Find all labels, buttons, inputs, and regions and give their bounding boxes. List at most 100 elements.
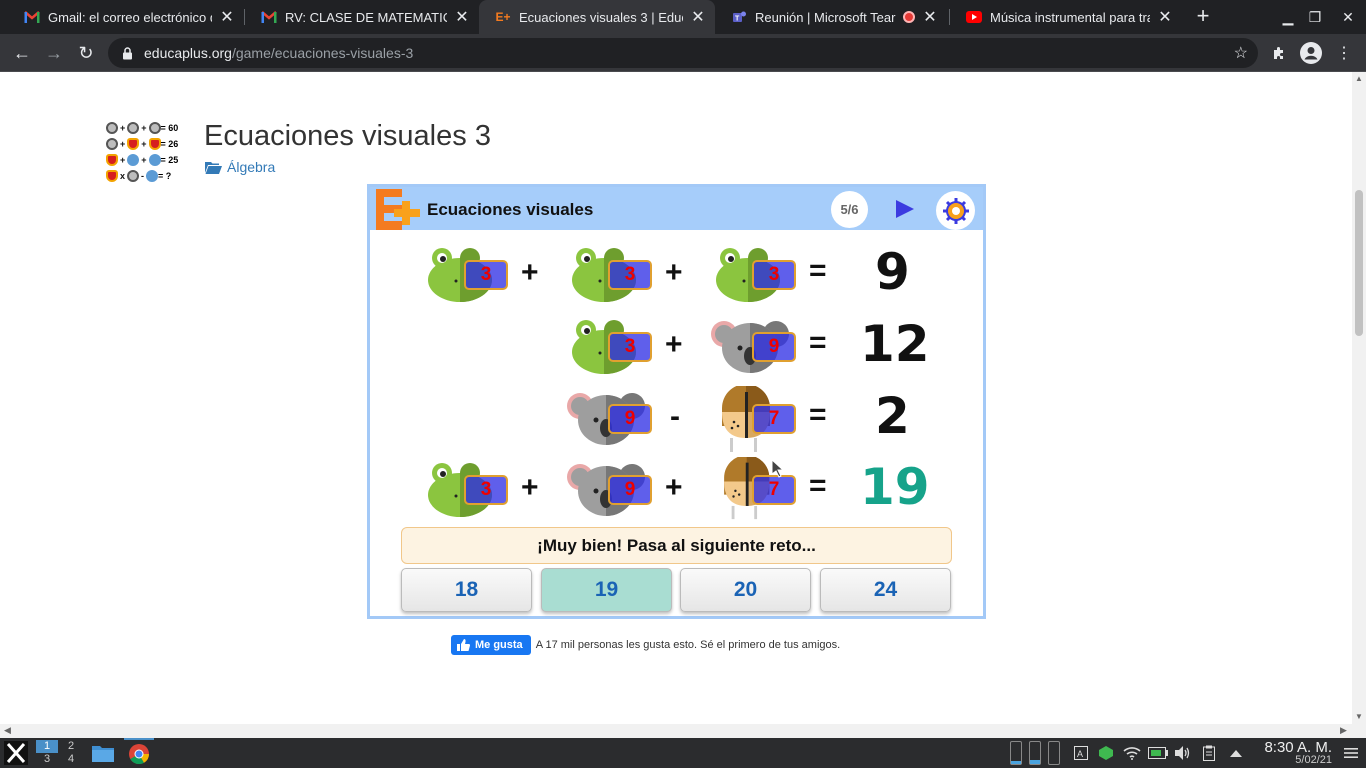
address-bar[interactable]: educaplus.org/game/ecuaciones-visuales-3…	[108, 38, 1258, 68]
tab-gmail-clase[interactable]: RV: CLASE DE MATEMATICAS ✕	[245, 0, 479, 34]
chrome-taskbar-button[interactable]	[124, 738, 154, 768]
tab-title: Gmail: el correo electrónico de	[48, 9, 212, 25]
close-window-button[interactable]: ✕	[1330, 0, 1366, 34]
scroll-left-icon[interactable]: ◀	[4, 725, 11, 736]
thumb-op: +	[141, 139, 147, 149]
thumb-row: + + = 26	[106, 136, 196, 152]
thumb-row: + + = 60	[106, 120, 196, 136]
keyboard-layout-icon[interactable]: A	[1072, 738, 1090, 768]
tab-ecuaciones[interactable]: E+ Ecuaciones visuales 3 | Educ ✕	[479, 0, 715, 34]
close-icon[interactable]: ✕	[218, 8, 236, 26]
youtube-icon	[966, 9, 982, 25]
gmail-icon	[261, 9, 277, 25]
tab-title: RV: CLASE DE MATEMATICAS	[285, 9, 447, 25]
close-icon[interactable]: ✕	[453, 8, 471, 26]
forward-button[interactable]: →	[41, 40, 67, 66]
chrome-icon	[129, 744, 150, 765]
workspace-3[interactable]: 3	[36, 753, 58, 766]
shield-icon	[127, 138, 140, 150]
value-box: 9	[608, 404, 652, 434]
facebook-like-widget: Me gusta A 17 mil personas les gusta est…	[451, 635, 840, 655]
answer-value: 19	[860, 458, 930, 516]
value-box: 9	[752, 332, 796, 362]
bookmark-star-icon[interactable]: ☆	[1234, 43, 1248, 63]
shield-icon	[148, 138, 161, 150]
reload-button[interactable]: ↻	[73, 40, 99, 66]
close-icon[interactable]: ✕	[689, 8, 707, 26]
workspace-4[interactable]: 4	[60, 753, 82, 766]
arrow-left-icon: ←	[13, 42, 31, 63]
back-button[interactable]: ←	[9, 40, 35, 66]
maximize-button[interactable]: ❐	[1297, 0, 1333, 34]
result-value: 12	[860, 315, 930, 373]
thumb-result: = 25	[160, 155, 179, 165]
thumb-op: +	[141, 155, 147, 165]
file-manager-button[interactable]	[90, 738, 116, 768]
game-frame[interactable]: Ecuaciones visuales 5/6 3 + 3 + 3 = 9 3 …	[367, 184, 986, 619]
avatar-icon	[1300, 42, 1322, 64]
start-menu-button[interactable]	[2, 738, 30, 768]
facebook-like-button[interactable]: Me gusta	[451, 635, 531, 655]
tab-title: Reunión | Microsoft Tear	[755, 9, 896, 25]
clock[interactable]: 8:30 A. M. 5/02/21	[1252, 739, 1332, 766]
thumb-result: = 60	[160, 123, 179, 133]
page-title: Ecuaciones visuales 3	[204, 120, 491, 152]
close-icon[interactable]: ✕	[921, 8, 939, 26]
new-tab-button[interactable]: +	[1192, 5, 1214, 28]
web-page: + + = 60 + + = 26 + + = 25 x - = ? Ecuac…	[0, 72, 1352, 724]
game-thumbnail[interactable]: + + = 60 + + = 26 + + = 25 x - = ?	[106, 120, 196, 184]
puzzle-icon	[1274, 47, 1283, 59]
answer-option[interactable]: 18	[401, 568, 532, 612]
workspace-2[interactable]: 2	[60, 740, 82, 753]
equation-row: 3 + 3 + 3 = 9	[370, 240, 983, 308]
shield-icon	[106, 154, 118, 166]
wifi-icon[interactable]	[1121, 738, 1143, 768]
answer-option[interactable]: 20	[680, 568, 811, 612]
tab-youtube[interactable]: Música instrumental para tra ✕	[950, 0, 1182, 34]
recording-icon	[903, 11, 915, 23]
operator: +	[521, 256, 539, 289]
profile-button[interactable]	[1298, 40, 1324, 66]
reload-icon: ↻	[78, 42, 94, 63]
category-link[interactable]: Álgebra	[205, 159, 275, 175]
memory-monitor	[1027, 738, 1043, 768]
close-icon[interactable]: ✕	[1156, 8, 1174, 26]
cpu-monitor	[1008, 738, 1024, 768]
scroll-up-icon[interactable]: ▲	[1355, 74, 1363, 83]
os-taskbar: 1 2 3 4 A 8:30 A. M. 5/02/21	[0, 738, 1366, 768]
tab-gmail-inbox[interactable]: Gmail: el correo electrónico de ✕	[8, 0, 244, 34]
vertical-scrollbar[interactable]: ▲ ▼	[1352, 72, 1366, 724]
security-shield-icon[interactable]	[1096, 738, 1116, 768]
volume-icon[interactable]	[1173, 738, 1193, 768]
equation-row: 9 - 7 = 2	[370, 384, 983, 452]
thumb-op: -	[141, 171, 145, 181]
workspace-1[interactable]: 1	[36, 740, 58, 753]
scrollbar-thumb[interactable]	[1355, 190, 1363, 336]
clipboard-icon[interactable]	[1199, 738, 1219, 768]
answer-option[interactable]: 24	[820, 568, 951, 612]
menu-button[interactable]: ⋮	[1331, 40, 1357, 66]
horizontal-scrollbar[interactable]: ◀ ▶	[0, 724, 1366, 738]
mouse-cursor-icon	[772, 460, 784, 478]
browser-tab-strip: Gmail: el correo electrónico de ✕ RV: CL…	[0, 0, 1366, 34]
scroll-right-icon[interactable]: ▶	[1340, 725, 1347, 736]
koala-icon	[106, 138, 118, 150]
hamburger-menu-icon[interactable]	[1340, 738, 1362, 768]
x-logo-icon	[4, 741, 28, 765]
equals-sign: =	[809, 254, 827, 287]
tray-expand-icon[interactable]	[1226, 738, 1246, 768]
octopus-icon	[127, 154, 140, 166]
play-icon[interactable]	[892, 197, 916, 221]
svg-text:A: A	[1077, 749, 1083, 759]
tab-teams[interactable]: T Reunión | Microsoft Tear ✕	[715, 0, 947, 34]
lock-icon	[122, 46, 134, 60]
workspace-switcher[interactable]: 1 2 3 4	[34, 738, 84, 768]
extensions-button[interactable]	[1266, 40, 1292, 66]
settings-button[interactable]	[936, 191, 975, 230]
battery-icon[interactable]	[1147, 738, 1169, 768]
koala-icon	[127, 122, 140, 134]
octopus-icon	[148, 154, 161, 166]
answer-option-correct[interactable]: 19	[541, 568, 672, 612]
scroll-down-icon[interactable]: ▼	[1355, 712, 1363, 721]
tab-title: Música instrumental para tra	[990, 9, 1150, 25]
